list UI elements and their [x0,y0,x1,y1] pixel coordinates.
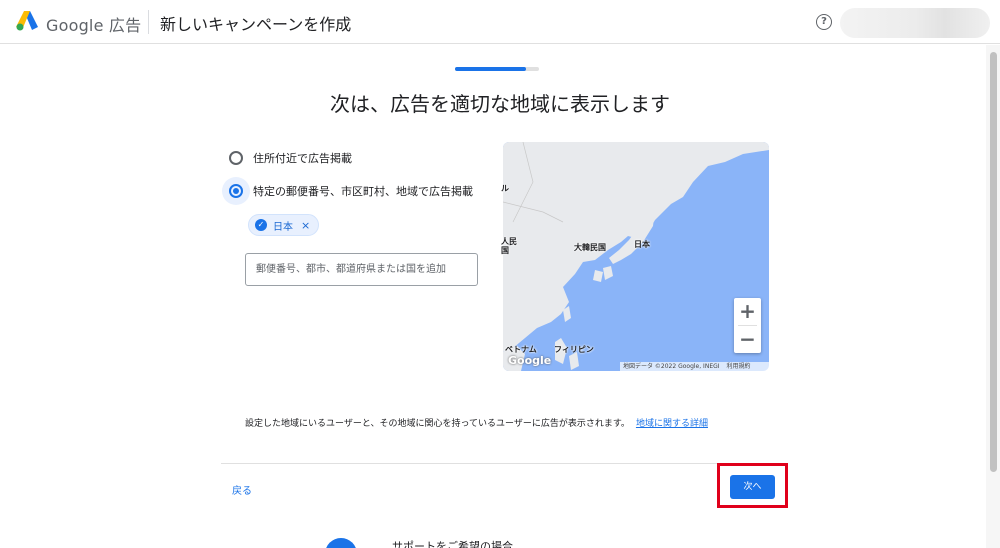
chip-label: 日本 [273,221,293,233]
radio-option-near-address[interactable]: 住所付近で広告掲載 [222,143,352,173]
location-chip-japan[interactable]: ✓ 日本 × [248,214,320,236]
map-terms-link[interactable]: 利用規約 [726,363,750,370]
map-graphic [503,142,769,371]
map-data-credit: 地図データ ©2022 Google, INEGI [623,363,720,370]
support-heading: サポートをご希望の場合 [392,540,513,548]
brand-name[interactable]: Google 広告 [46,12,141,36]
progress-fill [455,67,527,71]
check-icon: ✓ [255,219,267,231]
info-text: 設定した地域にいるユーザーと、その地域に関心を持っているユーザーに広告が表示され… [245,416,708,429]
footer-divider [221,463,780,464]
next-button[interactable]: 次へ [730,475,775,499]
help-icon[interactable]: ? [816,14,832,30]
map-label-mongolia: ル [501,184,509,193]
progress-bar [455,67,539,71]
map-label-japan: 日本 [634,240,650,249]
map-zoom-control: + − [734,298,761,353]
google-ads-logo-icon [16,11,38,31]
main-title: 次は、広告を適切な地域に表示します [330,92,670,116]
map-view[interactable] [503,142,769,371]
map-label-korea: 大韓民国 [574,243,606,252]
support-avatar-icon [325,538,357,548]
radio-button-selected[interactable] [229,184,243,198]
top-header: Google 広告 新しいキャンペーンを作成 ? [0,0,1000,44]
radio-button-unselected[interactable] [229,151,243,165]
page-title: 新しいキャンペーンを作成 [160,15,352,34]
brand-product: 広告 [108,16,142,35]
radio-label: 住所付近で広告掲載 [253,152,352,165]
location-search-input[interactable] [245,253,478,286]
header-divider [148,10,149,34]
radio-label: 特定の郵便番号、市区町村、地域で広告掲載 [253,185,473,198]
brand-google: Google [46,16,104,35]
map-label-china: 人民 国 [501,237,517,255]
region-details-link[interactable]: 地域に関する詳細 [636,419,708,429]
map-attribution: 地図データ ©2022 Google, INEGI 利用規約 [620,362,769,371]
zoom-out-button[interactable]: − [734,326,761,353]
zoom-in-button[interactable]: + [734,298,761,325]
radio-option-specific-region[interactable]: 特定の郵便番号、市区町村、地域で広告掲載 [222,176,473,206]
info-description: 設定した地域にいるユーザーと、その地域に関心を持っているユーザーに広告が表示され… [245,419,630,429]
map-label-philippines: フィリピン [554,345,594,354]
close-icon[interactable]: × [301,219,310,232]
account-avatar[interactable] [840,8,990,38]
google-watermark-logo: Google [508,354,552,367]
back-button[interactable]: 戻る [232,482,252,497]
